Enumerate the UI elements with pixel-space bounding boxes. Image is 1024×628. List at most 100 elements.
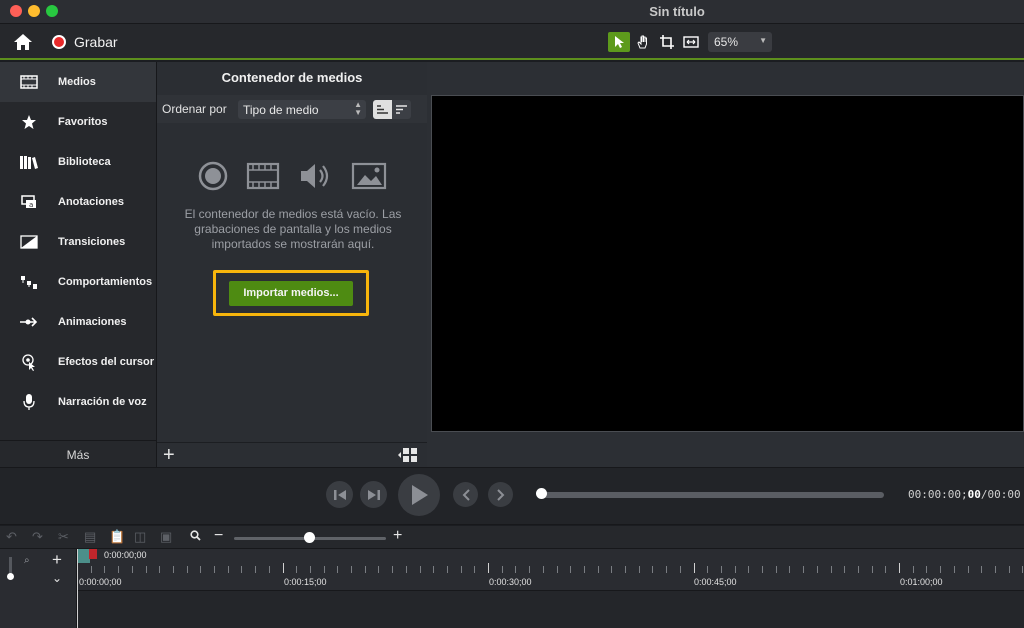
timeline-zoom-handle[interactable] (304, 532, 315, 543)
snapshot-icon[interactable]: ▣ (160, 529, 172, 545)
split-icon[interactable]: ◫ (134, 529, 146, 545)
playhead-time: 0:00:00;00 (104, 550, 147, 560)
sidebar-item-comportamientos[interactable]: Comportamientos (0, 262, 156, 302)
import-media-button[interactable]: Importar medios... (229, 281, 353, 306)
add-media-button[interactable]: + (163, 445, 175, 465)
time-ruler[interactable]: 0:00:00;00 0:00:15;00 0:00:30;00 0:00:45… (77, 549, 1024, 591)
svg-text:a: a (29, 201, 33, 209)
sort-bar: Ordenar por Tipo de medio ▲ ▼ (157, 95, 427, 123)
timecode: 00:00:00;00/00:00 (908, 488, 1021, 501)
microphone-icon (0, 393, 58, 411)
sidebar-item-medios[interactable]: Medios (0, 62, 156, 102)
chevron-down-icon[interactable]: ⌄ (52, 571, 62, 585)
sort-value: Tipo de medio (243, 103, 319, 117)
sidebar-item-biblioteca[interactable]: Biblioteca (0, 142, 156, 182)
scrub-handle[interactable] (536, 488, 547, 499)
play-button[interactable] (398, 474, 440, 516)
track-height-handle[interactable] (7, 573, 14, 580)
ruler-label: 0:01:00;00 (900, 577, 943, 587)
sidebar-item-anotaciones[interactable]: a Anotaciones (0, 182, 156, 222)
timecode-frames: 00 (967, 488, 981, 501)
sidebar-item-label: Biblioteca (58, 156, 111, 168)
sidebar-item-narracion-de-voz[interactable]: Narración de voz (0, 382, 156, 422)
sort-ascending-icon (377, 105, 388, 114)
record-button[interactable]: Grabar (52, 34, 118, 50)
chevron-right-icon (496, 488, 504, 501)
record-icon (52, 35, 66, 49)
copy-icon[interactable]: ▤ (84, 529, 96, 545)
window-titlebar: Sin título (0, 0, 1024, 24)
film-strip-icon (247, 162, 280, 190)
media-type-icons (197, 160, 387, 196)
previous-marker-button[interactable] (453, 482, 478, 507)
zoom-search-icon (190, 529, 201, 544)
select-tool-button[interactable] (608, 32, 630, 52)
sort-direction-toggle (373, 100, 411, 119)
ruler-label: 0:00:00;00 (79, 577, 122, 587)
sidebar-item-label: Animaciones (58, 316, 127, 328)
more-button[interactable]: Más (0, 440, 156, 467)
redo-icon[interactable]: ↷ (32, 529, 43, 545)
animation-icon (0, 316, 58, 328)
play-icon (412, 485, 428, 505)
sidebar-item-efectos-del-cursor[interactable]: Efectos del cursor (0, 342, 156, 382)
ruler-label: 0:00:30;00 (489, 577, 532, 587)
track-zoom-icon: ⌕ (24, 555, 30, 566)
zoom-out-button[interactable]: − (214, 527, 223, 545)
record-icon (198, 161, 228, 191)
empty-message: El contenedor de medios está vacío. Las … (184, 207, 402, 251)
timecode-prefix: 00:00:00; (908, 488, 968, 501)
ruler-ticks (77, 563, 1023, 573)
ruler-label: 0:00:15;00 (284, 577, 327, 587)
tools-sidebar: Medios Favoritos Biblioteca a Anotacione… (0, 62, 157, 467)
add-track-button[interactable]: + (52, 550, 62, 570)
sidebar-item-label: Efectos del cursor (58, 356, 154, 368)
preview-area (427, 62, 1024, 467)
track-1[interactable] (77, 591, 1024, 628)
sort-by-select[interactable]: Tipo de medio ▲ ▼ (238, 100, 366, 119)
bin-footer: + (157, 442, 427, 467)
undo-icon[interactable]: ↶ (6, 529, 17, 545)
sidebar-item-label: Comportamientos (58, 276, 153, 288)
ruler-label: 0:00:45;00 (694, 577, 737, 587)
next-marker-button[interactable] (488, 482, 513, 507)
sidebar-item-animaciones[interactable]: Animaciones (0, 302, 156, 342)
playhead-out-marker[interactable] (89, 549, 97, 559)
sidebar-item-transiciones[interactable]: Transiciones (0, 222, 156, 262)
sidebar-item-label: Transiciones (58, 236, 126, 248)
sort-ascending-button[interactable] (373, 100, 392, 119)
pointer-icon (615, 36, 624, 48)
step-back-button[interactable] (326, 481, 353, 508)
zoom-in-button[interactable]: + (393, 527, 402, 545)
sidebar-item-label: Medios (58, 76, 96, 88)
grid-view-icon[interactable] (397, 447, 419, 468)
playback-bar: 00:00:00;00/00:00 (0, 467, 1024, 525)
track-header-panel: ⌕ + ⌄ (0, 549, 77, 628)
cut-icon[interactable]: ✂ (58, 529, 69, 545)
main-toolbar: Grabar 65% ▼ (0, 24, 1024, 60)
zoom-select[interactable]: 65% ▼ (708, 32, 772, 52)
behaviors-icon (0, 274, 58, 290)
paste-icon[interactable]: 📋 (109, 529, 125, 545)
timeline-toolbar: ↶ ↷ ✂ ▤ 📋 ◫ ▣ − + (0, 526, 1024, 549)
library-books-icon (0, 154, 58, 170)
pan-tool-button[interactable] (632, 32, 654, 52)
fit-tool-button[interactable] (680, 32, 702, 52)
sidebar-item-label: Narración de voz (58, 396, 147, 408)
crop-tool-button[interactable] (656, 32, 678, 52)
image-icon (351, 162, 387, 190)
canvas-tools (608, 32, 702, 52)
preview-canvas[interactable] (431, 95, 1024, 432)
sidebar-item-favoritos[interactable]: Favoritos (0, 102, 156, 142)
audio-icon (300, 164, 328, 188)
sort-descending-button[interactable] (392, 100, 411, 119)
panel-title: Contenedor de medios (221, 70, 363, 85)
annotation-icon: a (0, 194, 58, 210)
scrub-track[interactable] (540, 492, 884, 498)
timeline: 0:00:00;00 0:00:15;00 0:00:30;00 0:00:45… (77, 549, 1024, 628)
updown-chevron-icon: ▲ ▼ (354, 100, 362, 117)
home-icon[interactable] (12, 32, 34, 52)
step-forward-button[interactable] (360, 481, 387, 508)
chevron-left-icon (462, 488, 470, 501)
window-title: Sin título (649, 4, 705, 19)
